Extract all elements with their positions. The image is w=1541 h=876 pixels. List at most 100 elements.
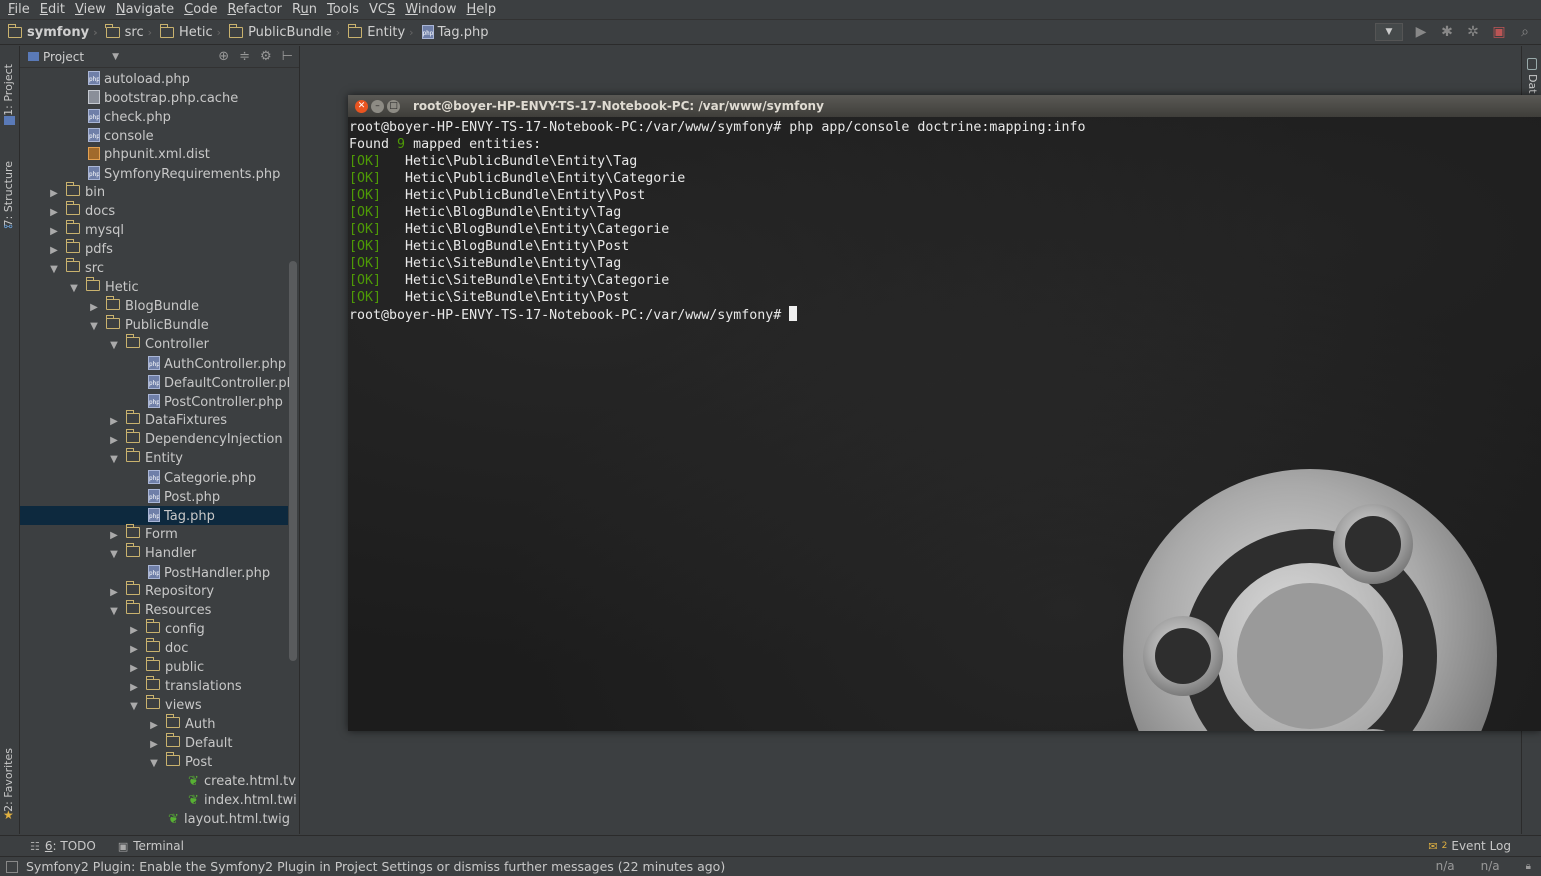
collapsed-arrow-icon[interactable]: ▶ bbox=[128, 621, 140, 640]
menu-edit[interactable]: Edit bbox=[35, 1, 70, 19]
tree-item[interactable]: ❦ create.html.tv bbox=[20, 772, 296, 791]
todo-tool-button[interactable]: ☷ 6 : TODO bbox=[30, 839, 96, 853]
menu-tools[interactable]: Tools bbox=[322, 1, 364, 19]
collapse-all-icon[interactable]: ≑ bbox=[239, 49, 250, 64]
close-icon[interactable]: ✕ bbox=[355, 99, 368, 113]
expanded-arrow-icon[interactable]: ▼ bbox=[108, 450, 120, 469]
event-log-button[interactable]: ✉ 2 Event Log bbox=[1428, 839, 1511, 853]
collapsed-arrow-icon[interactable]: ▶ bbox=[108, 412, 120, 431]
collapsed-arrow-icon[interactable]: ▶ bbox=[48, 241, 60, 260]
status-message[interactable]: Symfony2 Plugin: Enable the Symfony2 Plu… bbox=[26, 859, 725, 874]
expanded-arrow-icon[interactable]: ▼ bbox=[148, 754, 160, 773]
tree-item[interactable]: php check.php bbox=[20, 107, 288, 126]
expanded-arrow-icon[interactable]: ▼ bbox=[48, 260, 60, 279]
tree-item[interactable]: php Categorie.php bbox=[20, 468, 288, 487]
collapsed-arrow-icon[interactable]: ▶ bbox=[148, 735, 160, 754]
tree-item[interactable]: ▶ bin bbox=[20, 182, 288, 203]
minimize-icon[interactable]: – bbox=[371, 99, 384, 113]
project-view-selector[interactable]: Project bbox=[43, 50, 84, 64]
tool-windows-toggle[interactable] bbox=[6, 860, 18, 873]
menu-run[interactable]: Run bbox=[287, 1, 322, 19]
expanded-arrow-icon[interactable]: ▼ bbox=[108, 602, 120, 621]
breadcrumb-item[interactable]: symfony › bbox=[7, 23, 104, 40]
collapsed-arrow-icon[interactable]: ▶ bbox=[108, 526, 120, 545]
terminal-body[interactable]: root@boyer-HP-ENVY-TS-17-Notebook-PC:/va… bbox=[348, 117, 1541, 731]
tree-item[interactable]: ❦ layout.html.twig bbox=[20, 810, 290, 829]
tree-item[interactable]: php DefaultController.ph bbox=[20, 373, 295, 392]
tree-item[interactable]: phpunit.xml.dist bbox=[20, 145, 288, 164]
tree-item[interactable]: ▶ DataFixtures bbox=[20, 410, 288, 431]
tree-item[interactable]: ▶ docs bbox=[20, 201, 288, 222]
tab-database[interactable]: Dat bbox=[1526, 74, 1539, 94]
run-config-dropdown[interactable]: ▼ bbox=[1375, 23, 1403, 41]
collapsed-arrow-icon[interactable]: ▶ bbox=[148, 716, 160, 735]
tree-item[interactable]: ▶ DependencyInjection bbox=[20, 429, 288, 450]
menu-vcs[interactable]: VCS bbox=[364, 1, 400, 19]
debug-icon[interactable]: ✱ bbox=[1439, 24, 1455, 40]
tree-item[interactable]: ▶ Form bbox=[20, 524, 288, 545]
caret-position[interactable]: n/a bbox=[1436, 859, 1455, 873]
tree-item[interactable]: ▶ BlogBundle bbox=[20, 296, 288, 317]
tree-item[interactable]: ▼ Resources bbox=[20, 600, 288, 621]
hide-panel-icon[interactable]: ⊢ bbox=[282, 49, 293, 64]
collapsed-arrow-icon[interactable]: ▶ bbox=[108, 431, 120, 450]
project-scrollbar[interactable] bbox=[289, 261, 297, 661]
breadcrumb-item[interactable]: PublicBundle › bbox=[228, 23, 346, 40]
menu-code[interactable]: Code bbox=[179, 1, 222, 19]
search-everywhere-icon[interactable]: ⌕ bbox=[1517, 24, 1533, 40]
collapsed-arrow-icon[interactable]: ▶ bbox=[48, 203, 60, 222]
menu-window[interactable]: Window bbox=[400, 1, 461, 19]
collapsed-arrow-icon[interactable]: ▶ bbox=[128, 659, 140, 678]
expanded-arrow-icon[interactable]: ▼ bbox=[88, 317, 100, 336]
collapsed-arrow-icon[interactable]: ▶ bbox=[88, 298, 100, 317]
expanded-arrow-icon[interactable]: ▼ bbox=[68, 279, 80, 298]
tree-item[interactable]: ▶ translations bbox=[20, 676, 288, 697]
tree-item[interactable]: ▶ pdfs bbox=[20, 239, 288, 260]
tree-item[interactable]: ▶ doc bbox=[20, 638, 288, 659]
tree-item[interactable]: ▶ public bbox=[20, 657, 288, 678]
collapsed-arrow-icon[interactable]: ▶ bbox=[48, 184, 60, 203]
expanded-arrow-icon[interactable]: ▼ bbox=[128, 697, 140, 716]
collapsed-arrow-icon[interactable]: ▶ bbox=[128, 640, 140, 659]
run-icon[interactable]: ▶ bbox=[1413, 24, 1429, 40]
breadcrumb-item[interactable]: Hetic › bbox=[159, 23, 227, 40]
tree-item[interactable]: ▼ Controller bbox=[20, 334, 288, 355]
tree-item[interactable]: php PostController.php bbox=[20, 392, 288, 411]
menu-file[interactable]: File bbox=[3, 1, 35, 19]
gear-icon[interactable]: ⚙ bbox=[260, 49, 272, 64]
tree-item[interactable]: ▼ Entity bbox=[20, 448, 288, 469]
line-separator[interactable]: n/a bbox=[1481, 859, 1500, 873]
expanded-arrow-icon[interactable]: ▼ bbox=[108, 336, 120, 355]
tab-favorites[interactable]: 2: Favorites bbox=[2, 748, 15, 812]
tree-item[interactable]: php AuthController.php bbox=[20, 354, 288, 373]
tree-item[interactable]: ▶ Default bbox=[20, 733, 288, 754]
terminal-tool-button[interactable]: ▣ Terminal bbox=[118, 839, 184, 853]
breadcrumb-item[interactable]: php Tag.php bbox=[421, 25, 488, 40]
collapsed-arrow-icon[interactable]: ▶ bbox=[128, 678, 140, 697]
tab-structure[interactable]: 7: Structure bbox=[2, 161, 15, 226]
tree-item[interactable]: php SymfonyRequirements.php bbox=[20, 164, 288, 183]
expanded-arrow-icon[interactable]: ▼ bbox=[108, 545, 120, 564]
tree-item[interactable]: ▼ PublicBundle bbox=[20, 315, 288, 336]
scroll-from-source-icon[interactable]: ⊕ bbox=[218, 49, 229, 64]
tree-item[interactable]: ▶ mysql bbox=[20, 220, 288, 241]
lock-icon[interactable]: 🔒︎ bbox=[1526, 861, 1531, 872]
chevron-down-icon[interactable]: ▼ bbox=[112, 52, 119, 62]
menu-navigate[interactable]: Navigate bbox=[111, 1, 179, 19]
menu-view[interactable]: View bbox=[70, 1, 111, 19]
breadcrumb-item[interactable]: src › bbox=[105, 23, 158, 40]
tree-item[interactable]: php Post.php bbox=[20, 487, 288, 506]
tree-item[interactable]: php autoload.php bbox=[20, 69, 288, 88]
tree-item[interactable]: ▶ Auth bbox=[20, 714, 288, 735]
collapsed-arrow-icon[interactable]: ▶ bbox=[48, 222, 60, 241]
menu-refactor[interactable]: Refactor bbox=[222, 1, 287, 19]
tab-project[interactable]: 1: Project bbox=[2, 64, 15, 116]
tree-item[interactable]: ▼ Handler bbox=[20, 543, 288, 564]
tree-item[interactable]: ▼ src bbox=[20, 258, 288, 279]
tree-item[interactable]: php Tag.php bbox=[20, 506, 288, 525]
tree-item[interactable]: ▶ Repository bbox=[20, 581, 288, 602]
tree-item[interactable]: php PostHandler.php bbox=[20, 563, 288, 582]
tree-item[interactable]: ▼ Post bbox=[20, 752, 288, 773]
maximize-icon[interactable]: □ bbox=[387, 99, 400, 113]
collapsed-arrow-icon[interactable]: ▶ bbox=[108, 583, 120, 602]
